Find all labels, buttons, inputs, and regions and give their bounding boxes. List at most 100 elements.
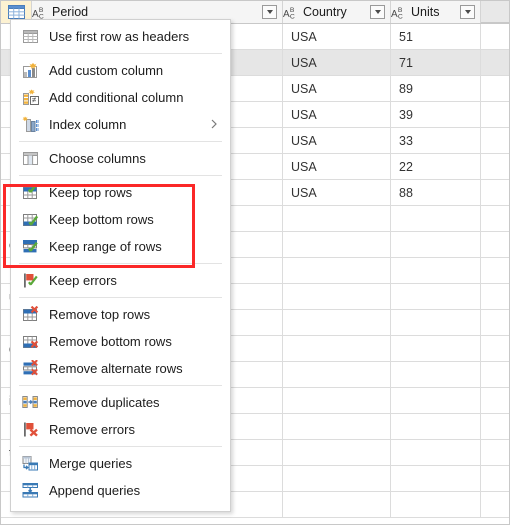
abc-type-icon: A BC [32,7,44,19]
table-cell-units[interactable]: 22 [391,154,481,179]
menu-item-add-conditional-column[interactable]: ≠ Add conditional column [11,84,230,111]
cell-value: 89 [399,81,413,96]
chevron-right-icon [211,119,217,129]
table-cell-country[interactable] [283,466,391,491]
cell-value: 22 [399,159,413,174]
table-cell-country[interactable]: USA [283,154,391,179]
table-cell-units[interactable] [391,206,481,231]
menu-item-remove-errors[interactable]: Remove errors [11,416,230,443]
table-cell-units[interactable]: 71 [391,50,481,75]
menu-item-label: Keep errors [49,273,117,288]
menu-separator [19,175,222,176]
column-header-label: Units [411,5,440,19]
menu-item-index-column[interactable]: Index column [11,111,230,138]
table-cell-country[interactable] [283,232,391,257]
menu-item-use-first-row-as-headers[interactable]: Use first row as headers [11,23,230,50]
menu-item-label: Keep range of rows [49,239,162,254]
cell-value: USA [291,29,317,44]
menu-item-label: Remove bottom rows [49,334,172,349]
table-cell-units[interactable] [391,440,481,465]
table-cell-country[interactable] [283,362,391,387]
cell-value: USA [291,81,317,96]
table-cell-units[interactable] [391,466,481,491]
table-cell-country[interactable] [283,206,391,231]
svg-text:C: C [39,13,44,19]
table-icon [7,5,25,19]
table-cell-country[interactable] [283,310,391,335]
menu-item-label: Remove errors [49,422,135,437]
menu-item-label: Keep top rows [49,185,133,200]
menu-item-add-custom-column[interactable]: Add custom column [11,57,230,84]
keep-bottom-rows-icon [23,214,39,226]
menu-separator [19,263,222,264]
cell-value: USA [291,185,317,200]
column-header-label: Period [52,5,89,19]
menu-item-label: Remove alternate rows [49,361,183,376]
table-cell-units[interactable] [391,232,481,257]
menu-item-label: Add conditional column [49,90,184,105]
menu-item-remove-duplicates[interactable]: Remove duplicates [11,389,230,416]
table-cell-units[interactable] [391,258,481,283]
table-cell-country[interactable]: USA [283,180,391,205]
table-cell-country[interactable] [283,336,391,361]
menu-item-remove-alternate-rows[interactable]: Remove alternate rows [11,355,230,382]
menu-item-label: Use first row as headers [49,29,190,44]
table-cell-units[interactable] [391,310,481,335]
transform-context-menu[interactable]: Use first row as headers Add custom colum… [10,19,231,512]
table-cell-units[interactable] [391,414,481,439]
svg-text:C: C [290,13,295,19]
menu-item-remove-top-rows[interactable]: Remove top rows [11,301,230,328]
append-queries-icon [22,483,38,498]
table-cell-country[interactable] [283,284,391,309]
menu-item-keep-errors[interactable]: Keep errors [11,267,230,294]
table-cell-country[interactable] [283,388,391,413]
table-cell-country[interactable] [283,414,391,439]
table-cell-country[interactable] [283,258,391,283]
column-header-label: Country [303,5,347,19]
table-cell-country[interactable]: USA [283,128,391,153]
chevron-down-icon [266,10,273,14]
menu-item-remove-bottom-rows[interactable]: Remove bottom rows [11,328,230,355]
cell-value: USA [291,107,317,122]
table-cell-units[interactable] [391,284,481,309]
menu-item-label: Add custom column [49,63,164,78]
remove-alternate-icon [23,360,38,376]
table-cell-units[interactable]: 89 [391,76,481,101]
menu-item-label: Merge queries [49,456,133,471]
chevron-down-icon [374,10,381,14]
menu-separator [19,141,222,142]
chevron-down-icon [464,10,471,14]
table-cell-units[interactable] [391,492,481,517]
table-cell-units[interactable]: 39 [391,102,481,127]
table-cell-units[interactable] [391,362,481,387]
cell-value: USA [291,133,317,148]
table-cell-units[interactable]: 33 [391,128,481,153]
cell-value: USA [291,159,317,174]
menu-separator [19,446,222,447]
menu-item-label: Keep bottom rows [49,212,154,227]
remove-bottom-rows-icon [23,336,39,348]
menu-item-keep-top-rows[interactable]: Keep top rows [11,179,230,206]
menu-item-merge-queries[interactable]: Merge queries [11,450,230,477]
menu-item-keep-range-of-rows[interactable]: Keep range of rows [11,233,230,260]
table-cell-units[interactable] [391,336,481,361]
power-query-editor-window: A B C Period A B C Country A B C Units USA 51 USA 71 US… [0,0,510,525]
menu-item-append-queries[interactable]: Append queries [11,477,230,504]
remove-duplicates-icon [22,396,38,408]
column-filter-button-period[interactable] [262,5,277,19]
table-cell-country[interactable]: USA [283,76,391,101]
cell-value: 51 [399,29,413,44]
menu-separator [19,297,222,298]
table-cell-units[interactable]: 88 [391,180,481,205]
table-cell-country[interactable] [283,440,391,465]
column-filter-button-units[interactable] [460,5,475,19]
menu-item-choose-columns[interactable]: Choose columns [11,145,230,172]
column-filter-button-country[interactable] [370,5,385,19]
table-cell-country[interactable]: USA [283,102,391,127]
table-cell-units[interactable]: 51 [391,24,481,49]
table-cell-country[interactable]: USA [283,24,391,49]
table-cell-country[interactable]: USA [283,50,391,75]
table-cell-country[interactable] [283,492,391,517]
menu-item-keep-bottom-rows[interactable]: Keep bottom rows [11,206,230,233]
table-cell-units[interactable] [391,388,481,413]
